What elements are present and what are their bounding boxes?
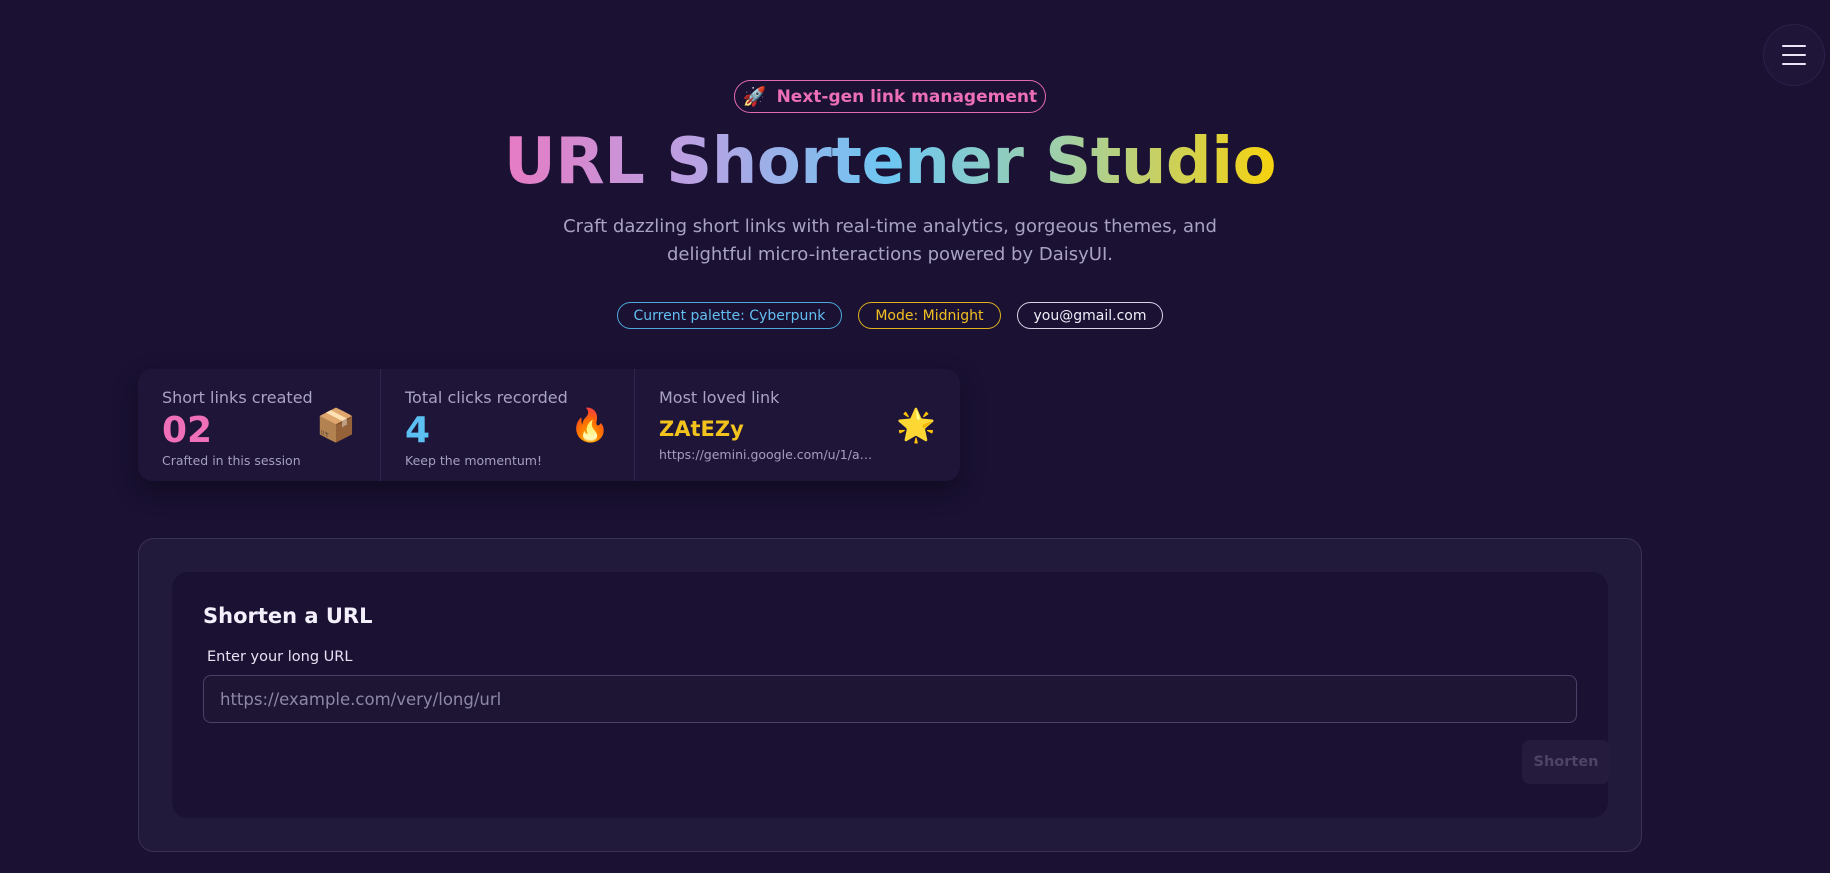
star-icon: 🌟 [896, 406, 936, 444]
shorten-button[interactable]: Shorten [1522, 740, 1610, 784]
hero-badge-text: Next-gen link management [776, 86, 1038, 107]
shorten-panel: Shorten a URL Enter your long URL Shorte… [138, 538, 1642, 852]
menu-button[interactable] [1763, 24, 1825, 86]
stat-links-created: Short links created 02 Crafted in this s… [138, 369, 380, 481]
stats-panel: Short links created 02 Crafted in this s… [138, 369, 960, 481]
status-chips: Current palette: Cyberpunk Mode: Midnigh… [0, 302, 1780, 329]
stat-description: Crafted in this session [162, 453, 301, 468]
package-icon: 📦 [316, 406, 356, 444]
shorten-card-title: Shorten a URL [203, 604, 373, 628]
url-input[interactable] [203, 675, 1577, 723]
email-chip: you@gmail.com [1016, 302, 1164, 329]
hero-badge: 🚀 Next-gen link management [734, 80, 1046, 113]
mode-chip: Mode: Midnight [858, 302, 1001, 329]
stat-description: https://gemini.google.com/u/1/app/f... [659, 447, 879, 462]
stat-total-clicks: Total clicks recorded 4 Keep the momentu… [380, 369, 634, 481]
menu-icon-bar [1782, 63, 1806, 65]
page-subtitle: Craft dazzling short links with real-tim… [563, 216, 1217, 265]
fire-icon: 🔥 [570, 406, 610, 444]
page-title-text: URL Shortener Studio [503, 125, 1277, 199]
rocket-icon: 🚀 [742, 86, 767, 108]
menu-icon-bar [1782, 45, 1806, 47]
shorten-card: Shorten a URL Enter your long URL Shorte… [172, 572, 1610, 818]
stat-title: Most loved link [659, 388, 780, 407]
url-input-label: Enter your long URL [207, 649, 353, 665]
palette-chip: Current palette: Cyberpunk [616, 302, 843, 329]
stat-description: Keep the momentum! [405, 453, 542, 468]
menu-icon-bar [1782, 54, 1806, 56]
page-title: URL Shortener Studio [0, 122, 1780, 202]
stat-most-loved-link: Most loved link ZAtEZy https://gemini.go… [634, 369, 960, 481]
stat-value: ZAtEZy [659, 417, 744, 441]
